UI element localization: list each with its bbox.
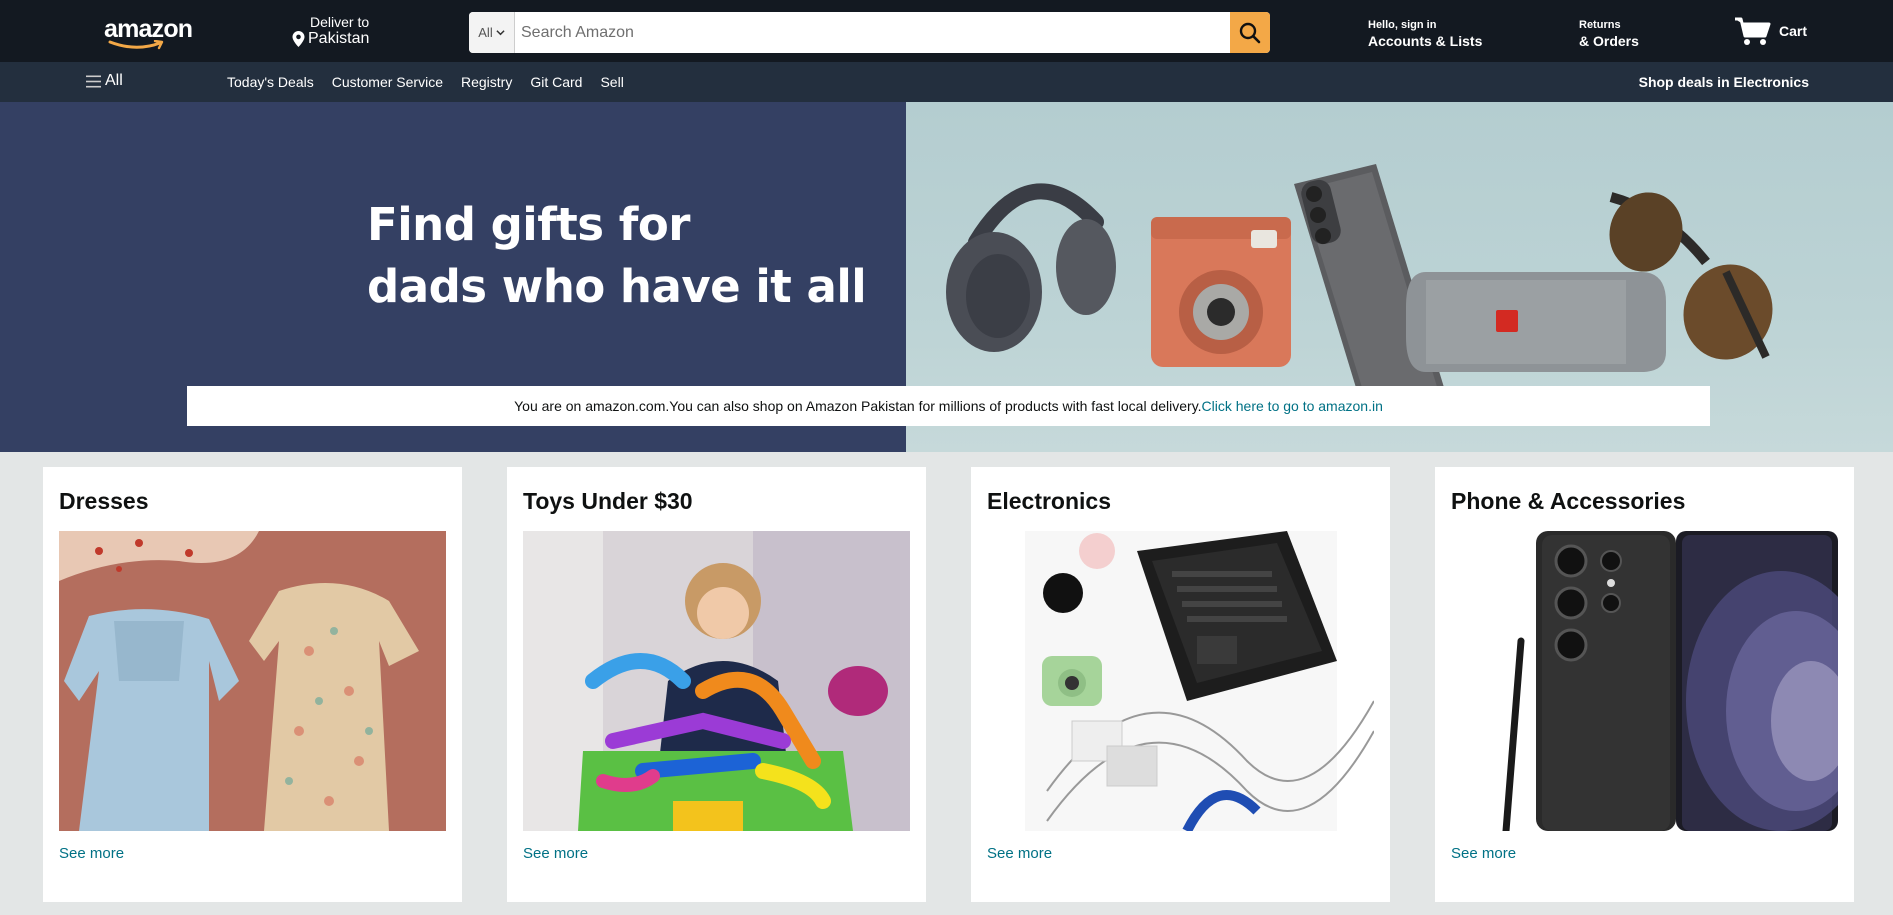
search-icon — [1239, 22, 1261, 43]
deliver-to[interactable]: Deliver to Pakistan — [292, 14, 369, 48]
see-more-link[interactable]: See more — [59, 845, 124, 862]
chevron-down-icon — [496, 30, 505, 36]
nav-link-todays-deals[interactable]: Today's Deals — [227, 74, 314, 90]
secondary-nav-bar: All Today's Deals Customer Service Regis… — [0, 62, 1893, 102]
cart-button[interactable]: Cart — [1733, 15, 1807, 47]
electronics-image[interactable] — [987, 531, 1374, 831]
cart-icon — [1735, 17, 1771, 45]
search-input[interactable] — [515, 12, 1230, 53]
account-lists-label: Accounts & Lists — [1368, 33, 1483, 49]
nav-link-electronics-deals[interactable]: Shop deals in Electronics — [1639, 74, 1809, 90]
logo-text: amazon — [104, 15, 193, 43]
deliver-label: Deliver to — [310, 14, 370, 30]
hero-headline: Find gifts for dads who have it all — [367, 194, 887, 318]
account-menu[interactable]: Hello, sign in Accounts & Lists — [1368, 19, 1482, 49]
deliver-location: Pakistan — [308, 30, 370, 47]
returns-label: Returns — [1579, 19, 1621, 31]
all-menu-label: All — [105, 72, 123, 89]
all-menu-button[interactable]: All — [86, 72, 123, 90]
nav-link-sell[interactable]: Sell — [600, 74, 623, 90]
search-bar: All — [469, 12, 1270, 53]
location-pin-icon — [292, 31, 305, 47]
top-nav-bar: amazon Deliver to Pakistan All Hello, — [0, 0, 1893, 62]
hero-title-line-1: Find gifts for — [367, 198, 690, 251]
search-button[interactable] — [1230, 12, 1270, 53]
notice-text: You are on amazon.com.You can also shop … — [514, 398, 1202, 414]
see-more-link[interactable]: See more — [987, 845, 1052, 862]
cart-label: Cart — [1779, 23, 1808, 39]
category-card-dresses: Dresses See more — [43, 467, 462, 902]
hero-title-line-2: dads who have it all — [367, 260, 867, 313]
headphones-image — [946, 183, 1116, 352]
card-title[interactable]: Phone & Accessories — [1451, 488, 1685, 515]
logo-smile-icon — [108, 40, 164, 50]
speaker-image — [1406, 272, 1666, 372]
nav-links: Today's Deals Customer Service Registry … — [227, 74, 624, 90]
card-title[interactable]: Dresses — [59, 488, 149, 515]
see-more-link[interactable]: See more — [523, 845, 588, 862]
search-category-select[interactable]: All — [469, 12, 515, 53]
search-category-label: All — [478, 25, 493, 40]
dresses-image[interactable] — [59, 531, 446, 831]
category-card-electronics: Electronics See more — [971, 467, 1390, 902]
card-title[interactable]: Toys Under $30 — [523, 488, 693, 515]
amazon-logo[interactable]: amazon — [104, 15, 193, 50]
returns-orders[interactable]: Returns & Orders — [1579, 19, 1639, 49]
hamburger-menu-icon — [86, 75, 101, 87]
orders-label: & Orders — [1579, 33, 1639, 49]
locale-notice: You are on amazon.com.You can also shop … — [187, 386, 1710, 426]
notice-link[interactable]: Click here to go to amazon.in — [1202, 398, 1383, 414]
see-more-link[interactable]: See more — [1451, 845, 1516, 862]
nav-link-registry[interactable]: Registry — [461, 74, 512, 90]
category-card-toys: Toys Under $30 See more — [507, 467, 926, 902]
category-card-phones: Phone & Accessories See more — [1435, 467, 1854, 902]
account-greeting: Hello, sign in — [1368, 19, 1437, 31]
nav-link-gift-card[interactable]: Git Card — [530, 74, 582, 90]
card-title[interactable]: Electronics — [987, 488, 1111, 515]
nav-link-customer-service[interactable]: Customer Service — [332, 74, 443, 90]
toys-image[interactable] — [523, 531, 910, 831]
phone-image[interactable] — [1451, 531, 1838, 831]
instant-camera-image — [1151, 217, 1291, 367]
